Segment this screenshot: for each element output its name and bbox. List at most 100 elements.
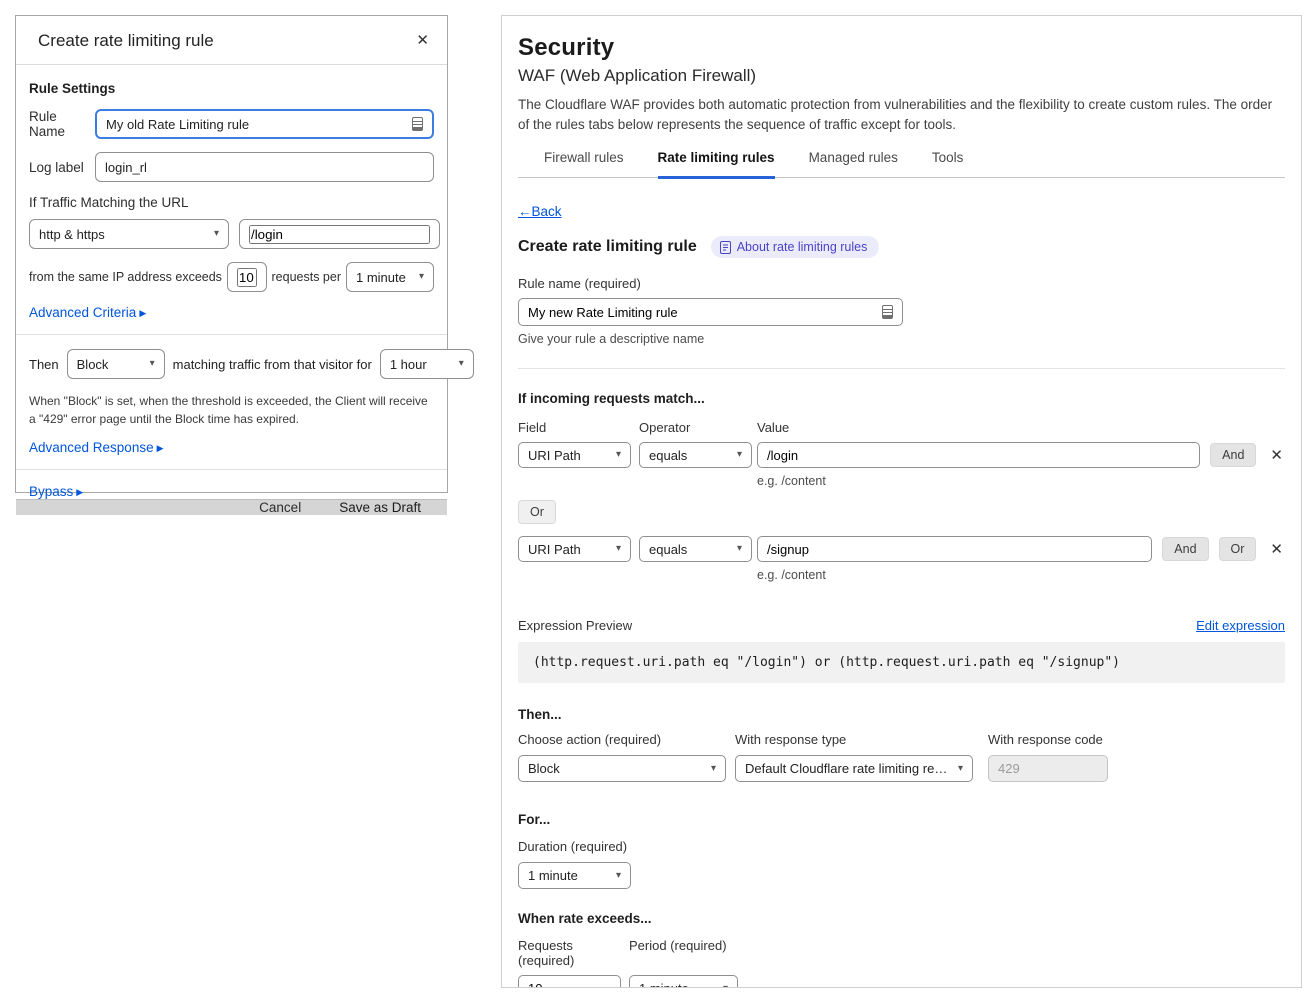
requests-input-wrap: [227, 262, 267, 292]
chevron-down-icon: ▾: [150, 359, 155, 369]
advanced-response-label[interactable]: Advanced Response: [29, 440, 154, 455]
chevron-down-icon: ▾: [616, 871, 621, 881]
operator-select-value: equals: [649, 448, 687, 463]
then-row: Then Block ▾ matching traffic from that …: [29, 349, 434, 379]
tab-tools[interactable]: Tools: [932, 150, 964, 177]
value-input[interactable]: [767, 542, 1142, 557]
rule-name-input[interactable]: [106, 117, 412, 132]
url-input-wrap: [239, 219, 440, 249]
for-heading: For...: [518, 812, 1285, 827]
chevron-down-icon: ▾: [616, 450, 621, 460]
threshold-row: from the same IP address exceeds request…: [29, 262, 434, 292]
book-icon: [720, 241, 731, 254]
action-select-value: Block: [77, 357, 109, 372]
tab-managed-rules[interactable]: Managed rules: [809, 150, 898, 177]
choose-action-select[interactable]: Block ▾: [518, 755, 726, 782]
advanced-criteria-label[interactable]: Advanced Criteria: [29, 305, 136, 320]
value-helper: e.g. /content: [757, 474, 1285, 488]
chevron-down-icon: ▾: [459, 359, 464, 369]
divider: [518, 368, 1285, 369]
bypass-link[interactable]: Bypass▶: [29, 484, 434, 499]
block-duration-value: 1 hour: [390, 357, 427, 372]
divider: [16, 334, 447, 335]
close-icon[interactable]: ✕: [414, 31, 431, 49]
response-type-group: With response type Default Cloudflare ra…: [735, 732, 973, 782]
advanced-criteria-link[interactable]: Advanced Criteria▶: [29, 305, 434, 320]
traffic-heading: If Traffic Matching the URL: [29, 195, 434, 210]
create-rule-heading: Create rate limiting rule: [518, 238, 697, 256]
field-select[interactable]: URI Path ▾: [518, 442, 631, 468]
remove-row-icon[interactable]: ✕: [1268, 446, 1285, 464]
scheme-select[interactable]: http & https ▾: [29, 219, 229, 249]
operator-select[interactable]: equals ▾: [639, 442, 752, 468]
log-label-label: Log label: [29, 160, 95, 175]
rule-name-label: Rule name (required): [518, 276, 1285, 291]
period-select[interactable]: 1 minute ▾: [346, 262, 434, 292]
cancel-button[interactable]: Cancel: [259, 500, 301, 515]
heading-row: Create rate limiting rule About rate lim…: [518, 236, 1285, 258]
advanced-response-link[interactable]: Advanced Response▶: [29, 440, 434, 455]
or-button[interactable]: Or: [518, 500, 556, 524]
rule-name-help: Give your rule a descriptive name: [518, 332, 1285, 346]
field-select[interactable]: URI Path ▾: [518, 536, 631, 562]
response-type-select[interactable]: Default Cloudflare rate limiting respons…: [735, 755, 973, 782]
modal-footer: Cancel Save as Draft: [16, 499, 447, 515]
log-label-row: Log label: [29, 152, 434, 182]
value-input[interactable]: [767, 448, 1190, 463]
modal-body: Rule Settings Rule Name Log label If Tra…: [16, 65, 447, 499]
url-match-row: http & https ▾: [29, 219, 434, 249]
caret-right-icon: ▶: [76, 487, 83, 497]
operator-select[interactable]: equals ▾: [639, 536, 752, 562]
autofill-icon[interactable]: [882, 305, 893, 319]
waf-tabs: Firewall rules Rate limiting rules Manag…: [518, 150, 1285, 178]
field-select-value: URI Path: [528, 448, 581, 463]
then-label: Then: [29, 357, 59, 372]
modal-title: Create rate limiting rule: [38, 31, 214, 51]
rule-name-input[interactable]: [528, 305, 882, 320]
screenshot-stage: Create rate limiting rule ✕ Rule Setting…: [0, 0, 1316, 1003]
action-select[interactable]: Block ▾: [67, 349, 165, 379]
chevron-down-icon: ▾: [711, 764, 716, 774]
field-column-label: Field: [518, 420, 639, 435]
back-link[interactable]: ←Back: [518, 204, 562, 219]
edit-expression-link[interactable]: Edit expression: [1196, 618, 1285, 633]
value-input-wrap: [757, 536, 1152, 562]
period-select-value: 1 minute: [356, 270, 406, 285]
log-label-input[interactable]: [105, 160, 424, 175]
match-row: URI Path ▾ equals ▾ And Or ✕: [518, 536, 1285, 562]
requests-input[interactable]: [528, 981, 611, 988]
then-heading: Then...: [518, 707, 1285, 722]
autofill-icon[interactable]: [412, 117, 423, 131]
operator-select-value: equals: [649, 542, 687, 557]
save-as-draft-button[interactable]: Save as Draft: [339, 500, 421, 515]
bypass-label[interactable]: Bypass: [29, 484, 73, 499]
choose-action-label: Choose action (required): [518, 732, 726, 747]
block-duration-select[interactable]: 1 hour ▾: [380, 349, 474, 379]
requests-input[interactable]: [237, 268, 257, 287]
rate-period-select[interactable]: 1 minute ▾: [629, 975, 738, 988]
and-button[interactable]: And: [1210, 443, 1256, 467]
url-input[interactable]: [249, 225, 430, 244]
or-connector: Or: [518, 500, 1285, 524]
match-column-labels: Field Operator Value: [518, 420, 1285, 435]
tab-rate-limiting-rules[interactable]: Rate limiting rules: [658, 150, 775, 179]
chevron-down-icon: ▾: [723, 984, 728, 988]
chevron-down-icon: ▾: [214, 229, 219, 239]
choose-action-group: Choose action (required) Block ▾: [518, 732, 726, 782]
and-button[interactable]: And: [1162, 537, 1208, 561]
expression-code: (http.request.uri.path eq "/login") or (…: [518, 642, 1285, 683]
or-button[interactable]: Or: [1219, 537, 1257, 561]
operator-column-label: Operator: [639, 420, 757, 435]
duration-select[interactable]: 1 minute ▾: [518, 862, 631, 889]
tab-firewall-rules[interactable]: Firewall rules: [544, 150, 624, 177]
about-rate-limiting-link[interactable]: About rate limiting rules: [711, 236, 880, 258]
response-code-input-wrap: [988, 755, 1108, 782]
divider: [16, 469, 447, 470]
response-code-input: [998, 761, 1098, 776]
requests-input-wrap: [518, 975, 621, 988]
choose-action-value: Block: [528, 761, 560, 776]
response-code-group: With response code: [988, 732, 1108, 782]
rule-settings-heading: Rule Settings: [29, 81, 434, 96]
remove-row-icon[interactable]: ✕: [1268, 540, 1285, 558]
duration-value: 1 minute: [528, 868, 578, 883]
